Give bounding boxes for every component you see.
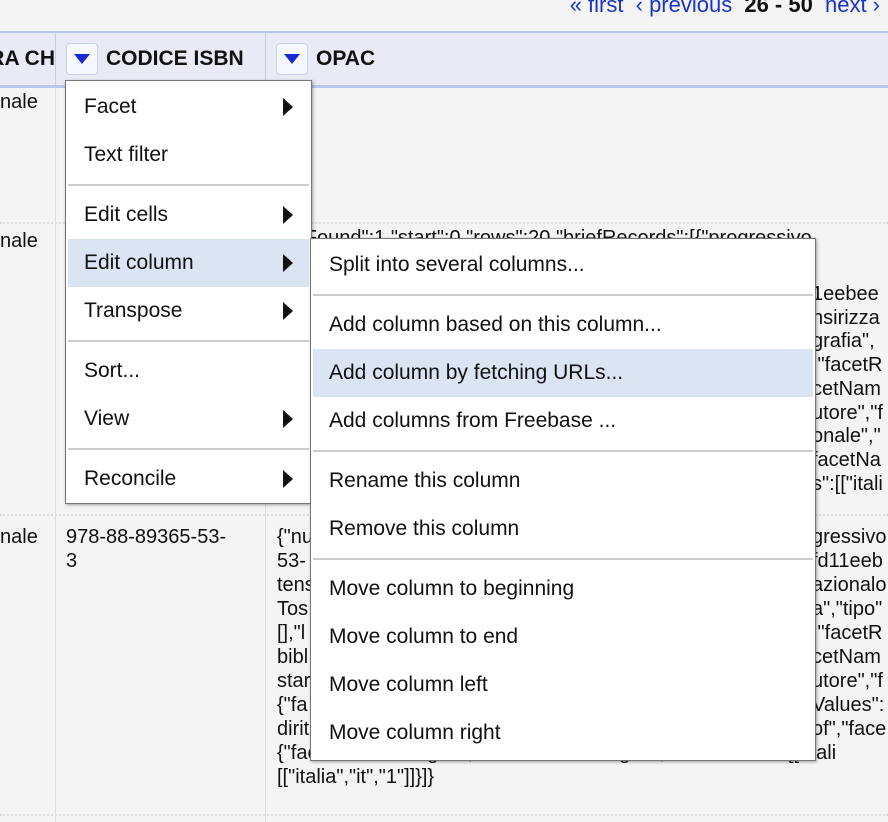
menu-item-add-column-by-fetching-urls[interactable]: Add column by fetching URLs... xyxy=(313,349,813,397)
cell-line: utore","f xyxy=(812,670,883,692)
menu-item-label: Sort... xyxy=(84,359,141,382)
cell-line: a","tipo" xyxy=(812,598,883,620)
menu-item-add-column-based-on-this-column[interactable]: Add column based on this column... xyxy=(313,301,813,349)
menu-item-label: Split into several columns... xyxy=(329,253,585,276)
menu-item-label: Move column to end xyxy=(329,625,519,648)
cell-line: gressivo xyxy=(812,526,887,548)
menu-item-facet[interactable]: Facet xyxy=(68,83,309,131)
column-header-isbn: CODICE ISBN xyxy=(55,33,265,85)
menu-item-text-filter[interactable]: Text filter xyxy=(68,131,309,179)
column-label: RA CH xyxy=(0,47,55,70)
submenu-arrow-icon xyxy=(283,470,293,488)
next-link[interactable]: next › xyxy=(825,0,880,17)
menu-item-label: Add column by fetching URLs... xyxy=(329,361,624,384)
submenu-arrow-icon xyxy=(283,206,293,224)
cell-line: ,"facetR xyxy=(812,354,883,377)
cell-line: cetNam xyxy=(812,646,881,668)
pager: « first ‹ previous 26 - 50 next › xyxy=(570,0,880,18)
cell: nale xyxy=(0,230,38,252)
cell-line: of","face xyxy=(812,718,887,740)
menu-item-label: View xyxy=(84,407,130,430)
menu-item-remove-this-column[interactable]: Remove this column xyxy=(313,505,813,553)
menu-item-move-column-left[interactable]: Move column left xyxy=(313,661,813,709)
cell-line: nsirizza xyxy=(812,306,880,329)
menu-item-add-columns-from-freebase[interactable]: Add columns from Freebase ... xyxy=(313,397,813,445)
menu-separator xyxy=(68,340,309,342)
menu-item-label: Move column to beginning xyxy=(329,577,575,600)
cell-line: 53- xyxy=(277,550,306,572)
menu-item-edit-cells[interactable]: Edit cells xyxy=(68,191,309,239)
menu-item-label: Move column left xyxy=(329,673,488,696)
cell-line: [["italia","it","1"]]}]} xyxy=(277,766,435,788)
first-link[interactable]: « first xyxy=(570,0,624,17)
cell-line: facetNa xyxy=(812,448,881,471)
cell-line: utore","f xyxy=(812,401,883,424)
column-label: OPAC xyxy=(316,47,376,70)
menu-item-move-column-right[interactable]: Move column right xyxy=(313,709,813,757)
menu-item-reconcile[interactable]: Reconcile xyxy=(68,455,309,503)
cell-line: star xyxy=(277,670,311,692)
page-range: 26 - 50 xyxy=(744,0,813,17)
cell-line: Tos xyxy=(277,598,309,620)
cell-line: [],"l xyxy=(277,622,306,644)
menu-item-move-column-to-end[interactable]: Move column to end xyxy=(313,613,813,661)
cell-line: azionalo xyxy=(812,574,887,596)
submenu-arrow-icon xyxy=(283,410,293,428)
menu-item-label: Remove this column xyxy=(329,517,520,540)
cell: nale xyxy=(0,91,38,113)
menu-separator xyxy=(68,184,309,186)
submenu-arrow-icon xyxy=(283,302,293,320)
menu-item-label: Add columns from Freebase ... xyxy=(329,409,617,432)
cell-line: 1eebee xyxy=(812,283,879,305)
cell-line: 978-88-89365-53- xyxy=(66,526,227,548)
menu-item-label: Text filter xyxy=(84,143,169,166)
column-divider xyxy=(55,88,56,822)
menu-item-rename-this-column[interactable]: Rename this column xyxy=(313,457,813,505)
isbn-cell: 978-88-89365-53- 3 xyxy=(66,525,226,573)
menu-separator xyxy=(313,294,813,296)
menu-item-transpose[interactable]: Transpose xyxy=(68,287,309,335)
cell-line: s":[["itali xyxy=(812,472,883,495)
cell-line: ,"facetR xyxy=(812,622,883,644)
cell-line: 3 xyxy=(66,550,78,572)
cell-line: {"nu xyxy=(277,526,314,548)
dropdown-arrow-icon xyxy=(74,54,90,64)
cell-line: fd11eeb xyxy=(812,550,883,572)
menu-separator xyxy=(313,558,813,560)
column-header-opac: OPAC xyxy=(265,33,888,85)
cell-line: grafia", xyxy=(812,330,875,353)
column-label: CODICE ISBN xyxy=(106,47,244,70)
menu-item-edit-column[interactable]: Edit column xyxy=(68,239,309,287)
menu-item-sort[interactable]: Sort... xyxy=(68,347,309,395)
cell-line: Values": xyxy=(812,694,885,716)
column-menu-button[interactable] xyxy=(66,43,98,75)
column-menu: Facet Text filter Edit cells Edit column Tra… xyxy=(65,80,312,504)
dropdown-arrow-icon xyxy=(284,54,300,64)
edit-column-submenu: Split into several columns... Add column … xyxy=(310,238,816,761)
cell-line: cetNam xyxy=(812,377,881,400)
menu-separator xyxy=(68,448,309,450)
cell: nale xyxy=(0,526,38,548)
menu-item-split-into-several-columns[interactable]: Split into several columns... xyxy=(313,241,813,289)
menu-item-view[interactable]: View xyxy=(68,395,309,443)
column-header-0: RA CH xyxy=(0,33,55,85)
previous-link[interactable]: ‹ previous xyxy=(636,0,733,17)
menu-separator xyxy=(313,450,813,452)
cell-line: dirit xyxy=(277,718,310,740)
menu-item-label: Edit cells xyxy=(84,203,169,226)
cell-line: {"fa xyxy=(277,694,308,716)
menu-item-label: Move column right xyxy=(329,721,501,744)
menu-item-label: Transpose xyxy=(84,299,183,322)
menu-item-label: Facet xyxy=(84,95,137,118)
menu-item-label: Reconcile xyxy=(84,467,177,490)
submenu-arrow-icon xyxy=(283,98,293,116)
menu-item-move-column-to-beginning[interactable]: Move column to beginning xyxy=(313,565,813,613)
menu-item-label: Edit column xyxy=(84,251,194,274)
cell-line: bibl xyxy=(277,646,309,668)
column-menu-button[interactable] xyxy=(276,43,308,75)
submenu-arrow-icon xyxy=(283,254,293,272)
cell-line: onale"," xyxy=(812,425,881,448)
menu-item-label: Add column based on this column... xyxy=(329,313,662,336)
menu-item-label: Rename this column xyxy=(329,469,521,492)
